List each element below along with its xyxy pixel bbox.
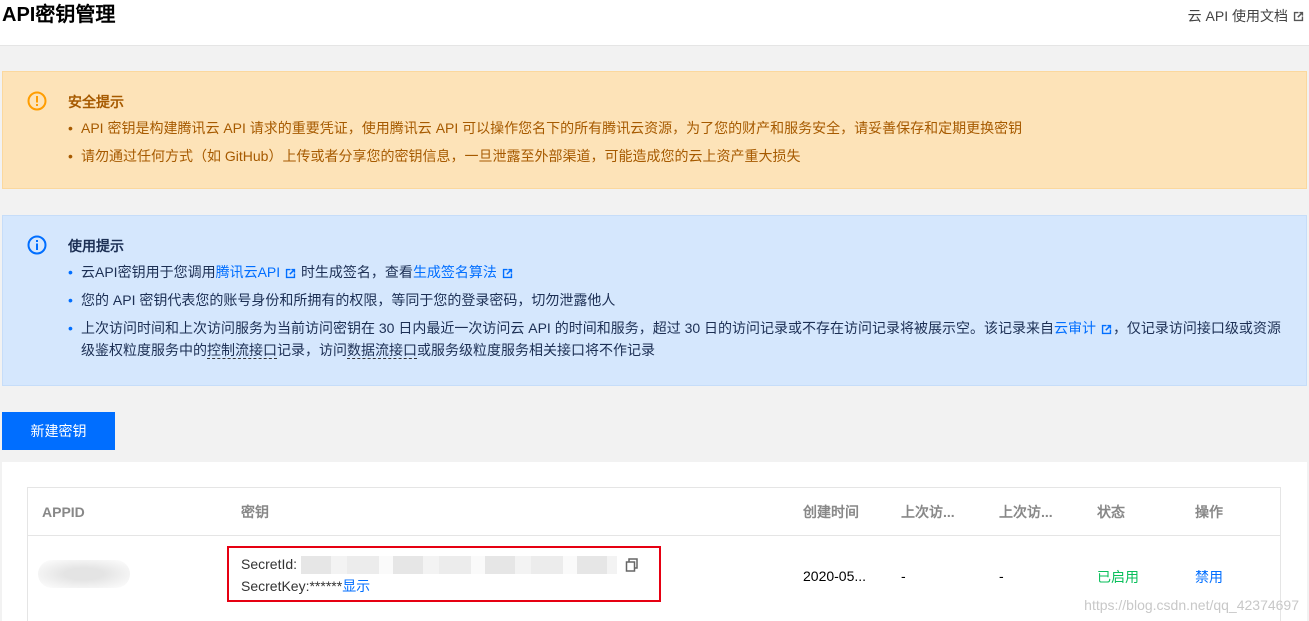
usage-item3-prefix: 上次访问时间和上次访问服务为当前访问密钥在 30 日内最近一次访问云 API 的… <box>81 320 1055 336</box>
cloud-audit-link[interactable]: 云审计 <box>1054 320 1096 336</box>
show-secret-key-link[interactable]: 显示 <box>342 578 370 594</box>
column-header-status: 状态 <box>1097 504 1125 520</box>
security-notice-item: 请勿通过任何方式（如 GitHub）上传或者分享您的密钥信息，一旦泄露至外部渠道… <box>68 145 1288 167</box>
external-link-icon <box>1293 11 1304 21</box>
external-link-icon[interactable] <box>501 267 514 280</box>
usage-item3-part4: 或服务级粒度服务相关接口将不作记录 <box>417 342 655 358</box>
secret-key-highlight: SecretId: SecretKey:******显示 <box>227 546 661 602</box>
usage-notice-item: 云API密钥用于您调用腾讯云API 时生成签名，查看生成签名算法 <box>68 261 1288 283</box>
data-flow-api-term[interactable]: 数据流接口 <box>347 342 417 359</box>
copy-icon[interactable] <box>625 558 639 573</box>
security-notice-title: 安全提示 <box>68 94 124 110</box>
security-notice: 安全提示 API 密钥是构建腾讯云 API 请求的重要凭证，使用腾讯云 API … <box>2 71 1307 189</box>
usage-notice-item: 上次访问时间和上次访问服务为当前访问密钥在 30 日内最近一次访问云 API 的… <box>68 317 1288 361</box>
control-flow-api-term[interactable]: 控制流接口 <box>207 342 277 359</box>
column-header-created: 创建时间 <box>803 504 859 520</box>
new-key-button[interactable]: 新建密钥 <box>2 412 115 450</box>
secret-key-masked: ****** <box>309 578 343 594</box>
usage-item3-part3: 记录，访问 <box>277 342 347 358</box>
page-header: API密钥管理 云 API 使用文档 <box>0 0 1309 46</box>
page-title: API密钥管理 <box>2 4 116 26</box>
api-doc-link-label: 云 API 使用文档 <box>1187 8 1288 24</box>
appid-redacted <box>38 560 130 588</box>
tencent-cloud-api-link[interactable]: 腾讯云API <box>216 264 281 280</box>
column-header-action: 操作 <box>1195 504 1223 520</box>
usage-notice: 使用提示 云API密钥用于您调用腾讯云API 时生成签名，查看生成签名算法 您的… <box>2 215 1307 386</box>
warning-circle-icon <box>27 91 47 111</box>
usage-item1-middle: 时生成签名，查看 <box>300 264 413 280</box>
external-link-icon[interactable] <box>1100 323 1113 336</box>
api-doc-link[interactable]: 云 API 使用文档 <box>1188 6 1305 26</box>
external-link-icon[interactable] <box>284 267 297 280</box>
secret-key-label: SecretKey: <box>241 578 310 594</box>
last-access-time-cell: - <box>901 568 906 584</box>
secret-id-redacted <box>300 556 617 575</box>
column-header-appid: APPID <box>42 504 85 520</box>
status-badge: 已启用 <box>1097 569 1139 585</box>
secret-id-line: SecretId: <box>241 554 639 575</box>
secret-id-label: SecretId: <box>241 556 298 572</box>
created-time-cell: 2020-05... <box>803 568 867 584</box>
secret-key-line: SecretKey:******显示 <box>241 576 370 596</box>
column-header-last-access-time: 上次访... <box>901 504 955 520</box>
last-access-service-cell: - <box>999 568 1004 584</box>
disable-key-button[interactable]: 禁用 <box>1195 567 1223 587</box>
usage-notice-list: 云API密钥用于您调用腾讯云API 时生成签名，查看生成签名算法 您的 API … <box>68 261 1288 367</box>
security-notice-list: API 密钥是构建腾讯云 API 请求的重要凭证，使用腾讯云 API 可以操作您… <box>68 117 1288 173</box>
info-circle-icon <box>27 235 47 255</box>
table-header: APPID 密钥 创建时间 上次访... 上次访... 状态 操作 <box>28 488 1280 536</box>
security-notice-item: API 密钥是构建腾讯云 API 请求的重要凭证，使用腾讯云 API 可以操作您… <box>68 117 1288 139</box>
usage-item1-prefix: 云API密钥用于您调用 <box>81 264 216 280</box>
column-header-last-access-service: 上次访... <box>999 504 1053 520</box>
usage-notice-item: 您的 API 密钥代表您的账号身份和所拥有的权限，等同于您的登录密码，切勿泄露他… <box>68 289 1288 311</box>
signature-algorithm-link[interactable]: 生成签名算法 <box>413 264 497 280</box>
watermark: https://blog.csdn.net/qq_42374697 <box>1084 597 1299 613</box>
column-header-key: 密钥 <box>241 504 269 520</box>
usage-notice-title: 使用提示 <box>68 238 124 254</box>
